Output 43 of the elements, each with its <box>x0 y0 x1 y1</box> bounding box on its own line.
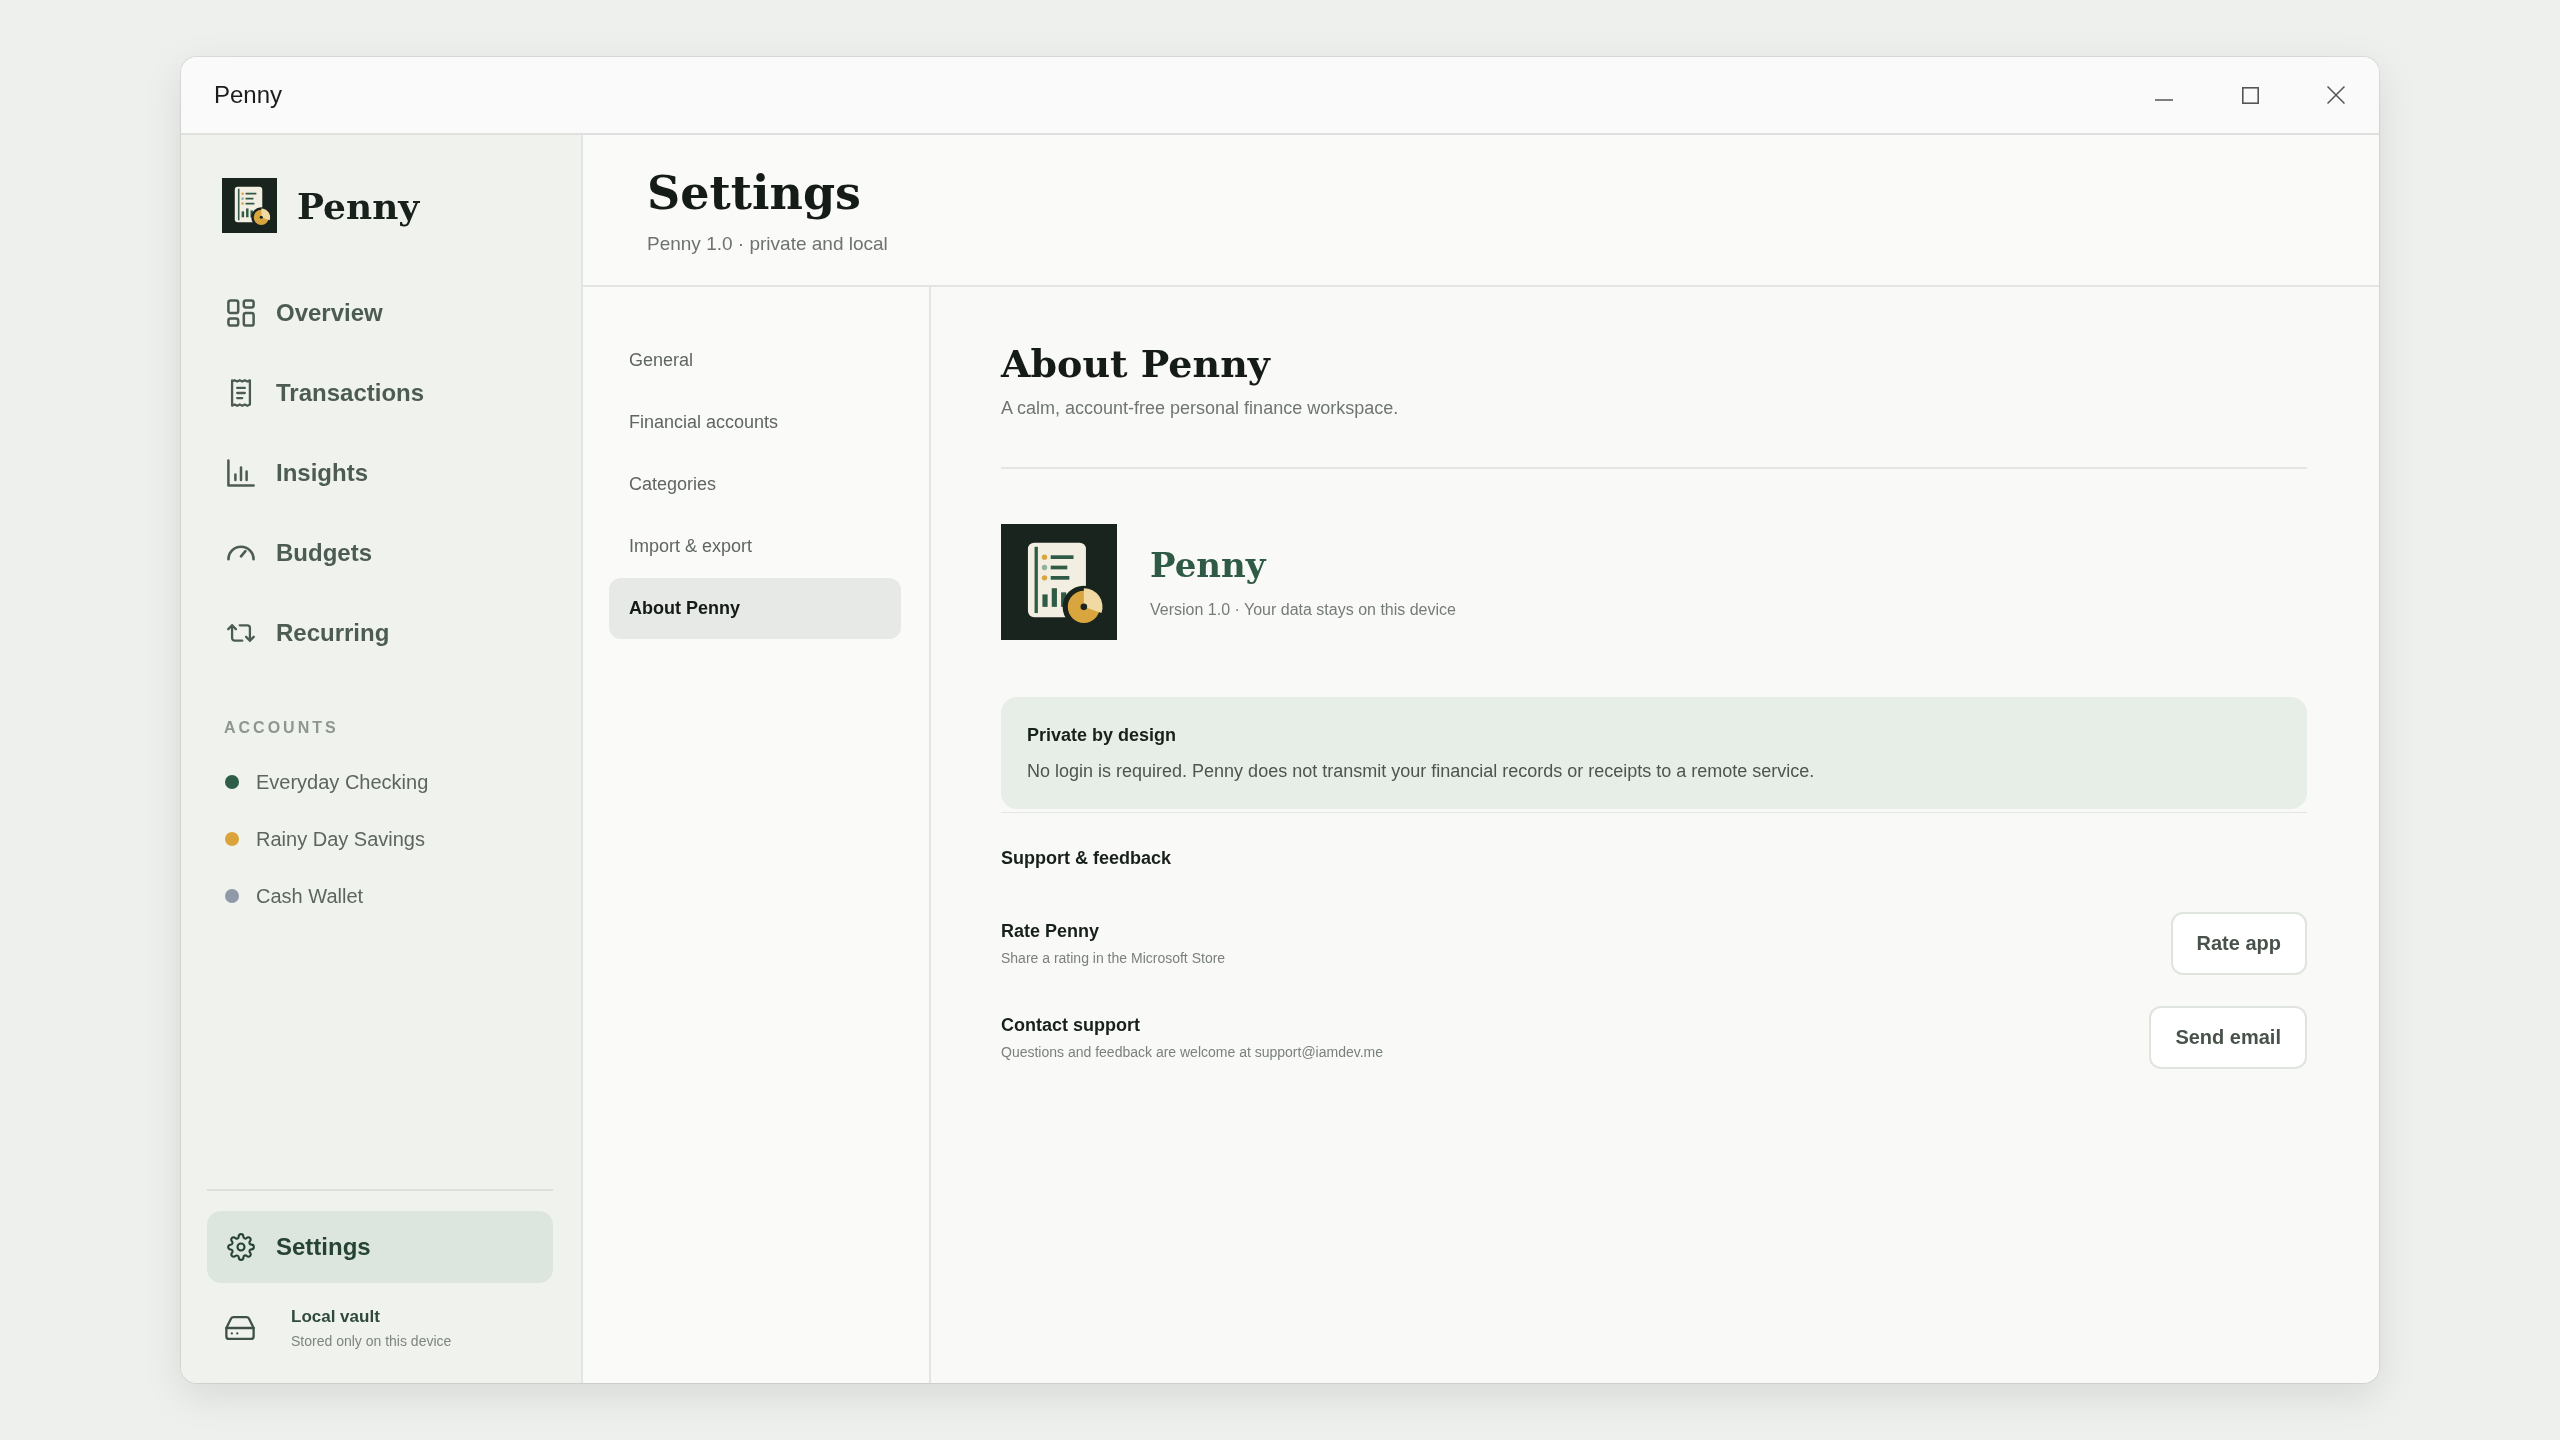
settings-nav-item[interactable]: General <box>609 330 901 391</box>
settings-nav-item[interactable]: Import & export <box>609 516 901 577</box>
maximize-icon <box>2241 86 2259 104</box>
row-description: Questions and feedback are welcome at support@iamdev.me <box>1001 1043 1384 1061</box>
row-description: Share a rating in the Microsoft Store <box>1001 949 1226 967</box>
vault-subtitle: Stored only on this device <box>291 1333 452 1349</box>
account-item[interactable]: Everyday Checking <box>207 762 553 802</box>
grid-icon <box>227 299 255 327</box>
bar-chart-icon <box>227 459 255 487</box>
row-title: Contact support <box>1001 1013 1141 1036</box>
settings-nav-item[interactable]: Financial accounts <box>609 392 901 453</box>
app-logo-icon <box>222 178 277 233</box>
page-title: Settings <box>647 166 862 220</box>
account-item[interactable]: Cash Wallet <box>207 876 553 916</box>
section-title: About Penny <box>1001 341 1272 387</box>
account-item[interactable]: Rainy Day Savings <box>207 819 553 859</box>
settings-nav-item[interactable]: About Penny <box>609 578 901 639</box>
section-subtitle: A calm, account-free personal finance workspace. <box>1001 397 1400 419</box>
notice-title: Private by design <box>1027 724 1178 746</box>
app-version-text: Version 1.0 · Your data stays on this device <box>1150 600 1456 620</box>
window-title: Penny <box>214 81 283 109</box>
vault-title: Local vault <box>291 1307 381 1327</box>
drive-icon <box>225 1315 255 1341</box>
action-button[interactable]: Send email <box>2149 1005 2307 1069</box>
settings-icon <box>227 1233 255 1261</box>
group-heading: Support & feedback <box>1001 847 1173 869</box>
app-logo-icon <box>1001 524 1117 640</box>
minimize-icon <box>2155 99 2173 101</box>
nav-item[interactable]: Transactions <box>207 357 553 429</box>
settings-nav-item[interactable]: Categories <box>609 454 901 515</box>
nav-item[interactable]: Recurring <box>207 597 553 669</box>
notice-text: No login is required. Penny does not transmit your financial records or receipts to a remote service. <box>1027 760 1816 782</box>
row-title: Rate Penny <box>1001 919 1101 942</box>
app-name: Penny <box>1150 544 1268 586</box>
nav-item[interactable]: Insights <box>207 437 553 509</box>
nav-item[interactable]: Budgets <box>207 517 553 589</box>
action-button[interactable]: Rate app <box>2170 911 2307 975</box>
section-heading: ACCOUNTS <box>223 718 340 738</box>
page-subtitle: Penny 1.0 · private and local <box>647 232 889 256</box>
nav-item[interactable]: Overview <box>207 277 553 349</box>
close-icon <box>2327 86 2345 104</box>
nav-item[interactable]: Settings <box>207 1211 553 1283</box>
brand-name: Penny <box>297 184 420 227</box>
